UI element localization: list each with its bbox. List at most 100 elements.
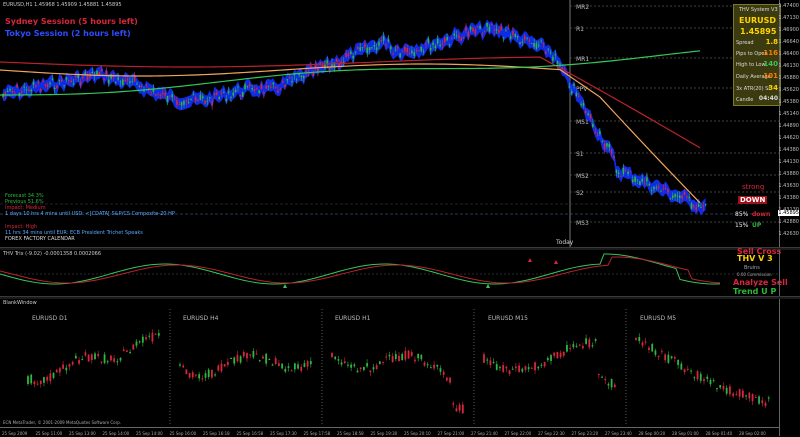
candle-body bbox=[204, 100, 206, 104]
candle-body bbox=[328, 67, 331, 70]
mtf-candle-body bbox=[68, 363, 71, 367]
mtf-candle-body bbox=[255, 353, 258, 355]
candle-body bbox=[359, 47, 361, 51]
mtf-candle-body bbox=[242, 352, 245, 357]
indicator-axis[interactable] bbox=[779, 250, 800, 296]
pivot-label-s1: S1 bbox=[576, 151, 584, 158]
candle-body bbox=[617, 172, 620, 174]
candle-body bbox=[218, 97, 220, 100]
time-tick-label: 25 Sep 17:58 bbox=[303, 431, 331, 436]
candle-body bbox=[476, 26, 479, 28]
info-atr-label: 3x ATR(20) SL bbox=[736, 86, 772, 92]
info-symbol: EURUSD bbox=[739, 16, 777, 25]
candle-body bbox=[72, 83, 75, 85]
mtf-candle-body bbox=[439, 368, 442, 372]
candle-body bbox=[441, 43, 444, 45]
candle-body bbox=[521, 41, 524, 43]
mtf-candle-body bbox=[207, 369, 210, 377]
info-pips-open-value: -116 bbox=[760, 49, 778, 57]
candle-body bbox=[526, 37, 528, 39]
candle-body bbox=[622, 167, 625, 174]
mtf-candle-body bbox=[644, 341, 647, 343]
candle-body bbox=[554, 54, 557, 56]
mtf-candle-body bbox=[265, 353, 268, 364]
candle-body bbox=[103, 78, 105, 80]
candle-body bbox=[498, 30, 500, 33]
candle-body bbox=[300, 75, 303, 78]
pivot-label-ms3: MS3 bbox=[576, 220, 589, 227]
info-candle-value: 04:40 bbox=[758, 95, 778, 102]
signal-strong-label: strong bbox=[742, 183, 765, 191]
candle-body bbox=[533, 43, 535, 47]
pct-85-word: down bbox=[752, 211, 771, 218]
mtf-candle-body bbox=[138, 341, 141, 343]
candle-body bbox=[4, 92, 7, 95]
mtf-candle-body bbox=[722, 385, 725, 390]
candle-body bbox=[444, 37, 446, 43]
time-tick-label: 25 Sep 16:00 bbox=[169, 431, 197, 436]
mtf-candle-body bbox=[300, 366, 303, 371]
mtf-candle-body bbox=[30, 374, 33, 384]
candle-body bbox=[16, 84, 18, 88]
candle-body bbox=[577, 95, 580, 97]
price-tick-label: 1.44620 bbox=[778, 135, 799, 141]
candle-body bbox=[21, 91, 23, 93]
mtf-axis[interactable] bbox=[779, 299, 800, 436]
mtf-candle-body bbox=[764, 402, 767, 406]
candle-body bbox=[239, 94, 242, 96]
mtf-candle-body bbox=[677, 360, 679, 365]
candle-body bbox=[380, 40, 383, 42]
mtf-candle-body bbox=[145, 337, 147, 340]
time-tick-label: 27 Sep 23:20 bbox=[571, 431, 599, 436]
candle-body bbox=[378, 41, 380, 46]
candle-body bbox=[253, 89, 256, 91]
mtf-candle-body bbox=[110, 355, 112, 361]
candle-body bbox=[686, 196, 688, 198]
candle-body bbox=[364, 43, 366, 48]
mtf-candle-body bbox=[201, 378, 204, 380]
mtf-candle-body bbox=[745, 395, 747, 397]
main-price-axis[interactable]: 1.47400 1.47130 1.46900 1.46640 1.46400 1.461… bbox=[778, 0, 800, 247]
mtf-candle-body bbox=[385, 356, 388, 358]
candle-body bbox=[46, 84, 49, 88]
info-high-low-value: 140 bbox=[763, 60, 778, 68]
time-tick-label: 27 Sep 22:00 bbox=[504, 431, 532, 436]
main-chart-header: EURUSD,H1 1.45968 1.45909 1.45881 1.4589… bbox=[3, 2, 122, 8]
mtf-candle-body bbox=[546, 357, 549, 361]
candle-body bbox=[559, 63, 561, 65]
candle-body bbox=[185, 100, 188, 102]
candle-body bbox=[357, 46, 359, 50]
mtf-candle-body bbox=[761, 400, 764, 404]
indicator-pane[interactable]: THV Trix (-9.02) -0.0001358 0.0002066 Se… bbox=[0, 247, 800, 296]
tf-label-h4: EURUSD H4 bbox=[183, 315, 219, 322]
trend-up-label: Trend U P bbox=[733, 287, 777, 296]
candle-body bbox=[192, 94, 195, 96]
today-label: Today bbox=[556, 239, 574, 246]
main-chart-pane[interactable]: MR2 R1 MR1 PPV MS1 S1 MS2 S2 MS3 EURUSD,H1 1.459… bbox=[0, 0, 800, 247]
candle-body bbox=[453, 33, 455, 36]
indicator-canvas[interactable] bbox=[0, 250, 780, 296]
mtf-candle-body bbox=[735, 394, 738, 396]
time-tick-label: 25 Sep 16:58 bbox=[236, 431, 264, 436]
mtf-candle-body bbox=[97, 353, 100, 357]
mtf-candle-body bbox=[401, 353, 404, 361]
candle-body bbox=[119, 81, 122, 83]
mtf-candle-body bbox=[719, 385, 722, 388]
mtf-pane[interactable]: BlankWindow EURUSD D1 EURUSD H4 EURUSD H… bbox=[0, 299, 800, 436]
mtf-candle-body bbox=[81, 359, 84, 361]
candle-body bbox=[68, 79, 70, 81]
mtf-candle-body bbox=[297, 364, 299, 369]
mtf-candle-body bbox=[278, 363, 280, 367]
mtf-candle-body bbox=[534, 362, 536, 371]
candle-body bbox=[679, 195, 681, 198]
candle-body bbox=[368, 47, 371, 51]
candle-body bbox=[606, 143, 608, 147]
time-tick-label: 28 Sep 01:00 bbox=[672, 431, 699, 436]
candle-body bbox=[636, 179, 639, 181]
price-tick-label: 1.47130 bbox=[778, 15, 799, 21]
mtf-candle-body bbox=[767, 397, 770, 399]
candle-body bbox=[427, 38, 430, 43]
mtf-candle-body bbox=[281, 363, 283, 369]
mtf-candle-body bbox=[585, 338, 587, 344]
mtf-candle-body bbox=[597, 373, 600, 375]
